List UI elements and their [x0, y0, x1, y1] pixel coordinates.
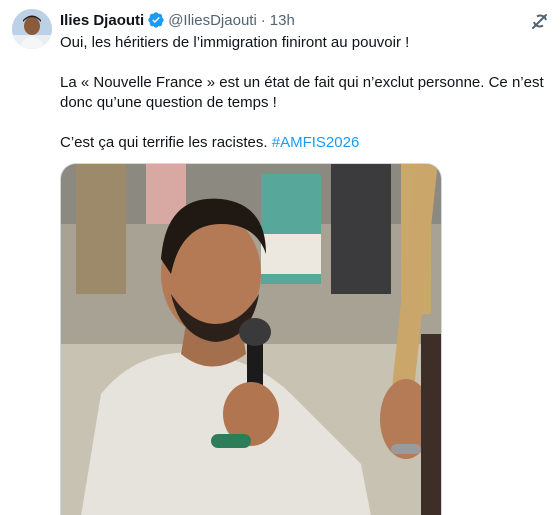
author-name[interactable]: Ilies Djaouti: [60, 12, 144, 29]
grok-icon[interactable]: [529, 10, 551, 32]
author-handle[interactable]: @IliesDjaouti: [168, 12, 257, 29]
photo-man-speaking-microphone: [61, 164, 441, 515]
tweet-line-3-text: C’est ça qui terrifie les racistes.: [60, 134, 268, 151]
tweet-media[interactable]: [60, 163, 442, 515]
tweet-timestamp[interactable]: 13h: [270, 12, 295, 29]
avatar[interactable]: [12, 9, 52, 49]
hashtag-link[interactable]: #AMFIS2026: [272, 134, 360, 151]
tweet-header: Ilies Djaouti @IliesDjaouti · 13h: [60, 9, 295, 31]
tweet-line-1: Oui, les héritiers de l’immigration fini…: [60, 34, 410, 51]
verified-badge-icon: [147, 11, 165, 29]
tweet-line-3: C’est ça qui terrifie les racistes. #AMF…: [60, 133, 550, 153]
tweet-text: Oui, les héritiers de l’immigration fini…: [60, 33, 550, 153]
tweet-line-2: La « Nouvelle France » est un état de fa…: [60, 74, 544, 111]
avatar-photo: [12, 9, 52, 49]
separator-dot: ·: [260, 11, 266, 29]
